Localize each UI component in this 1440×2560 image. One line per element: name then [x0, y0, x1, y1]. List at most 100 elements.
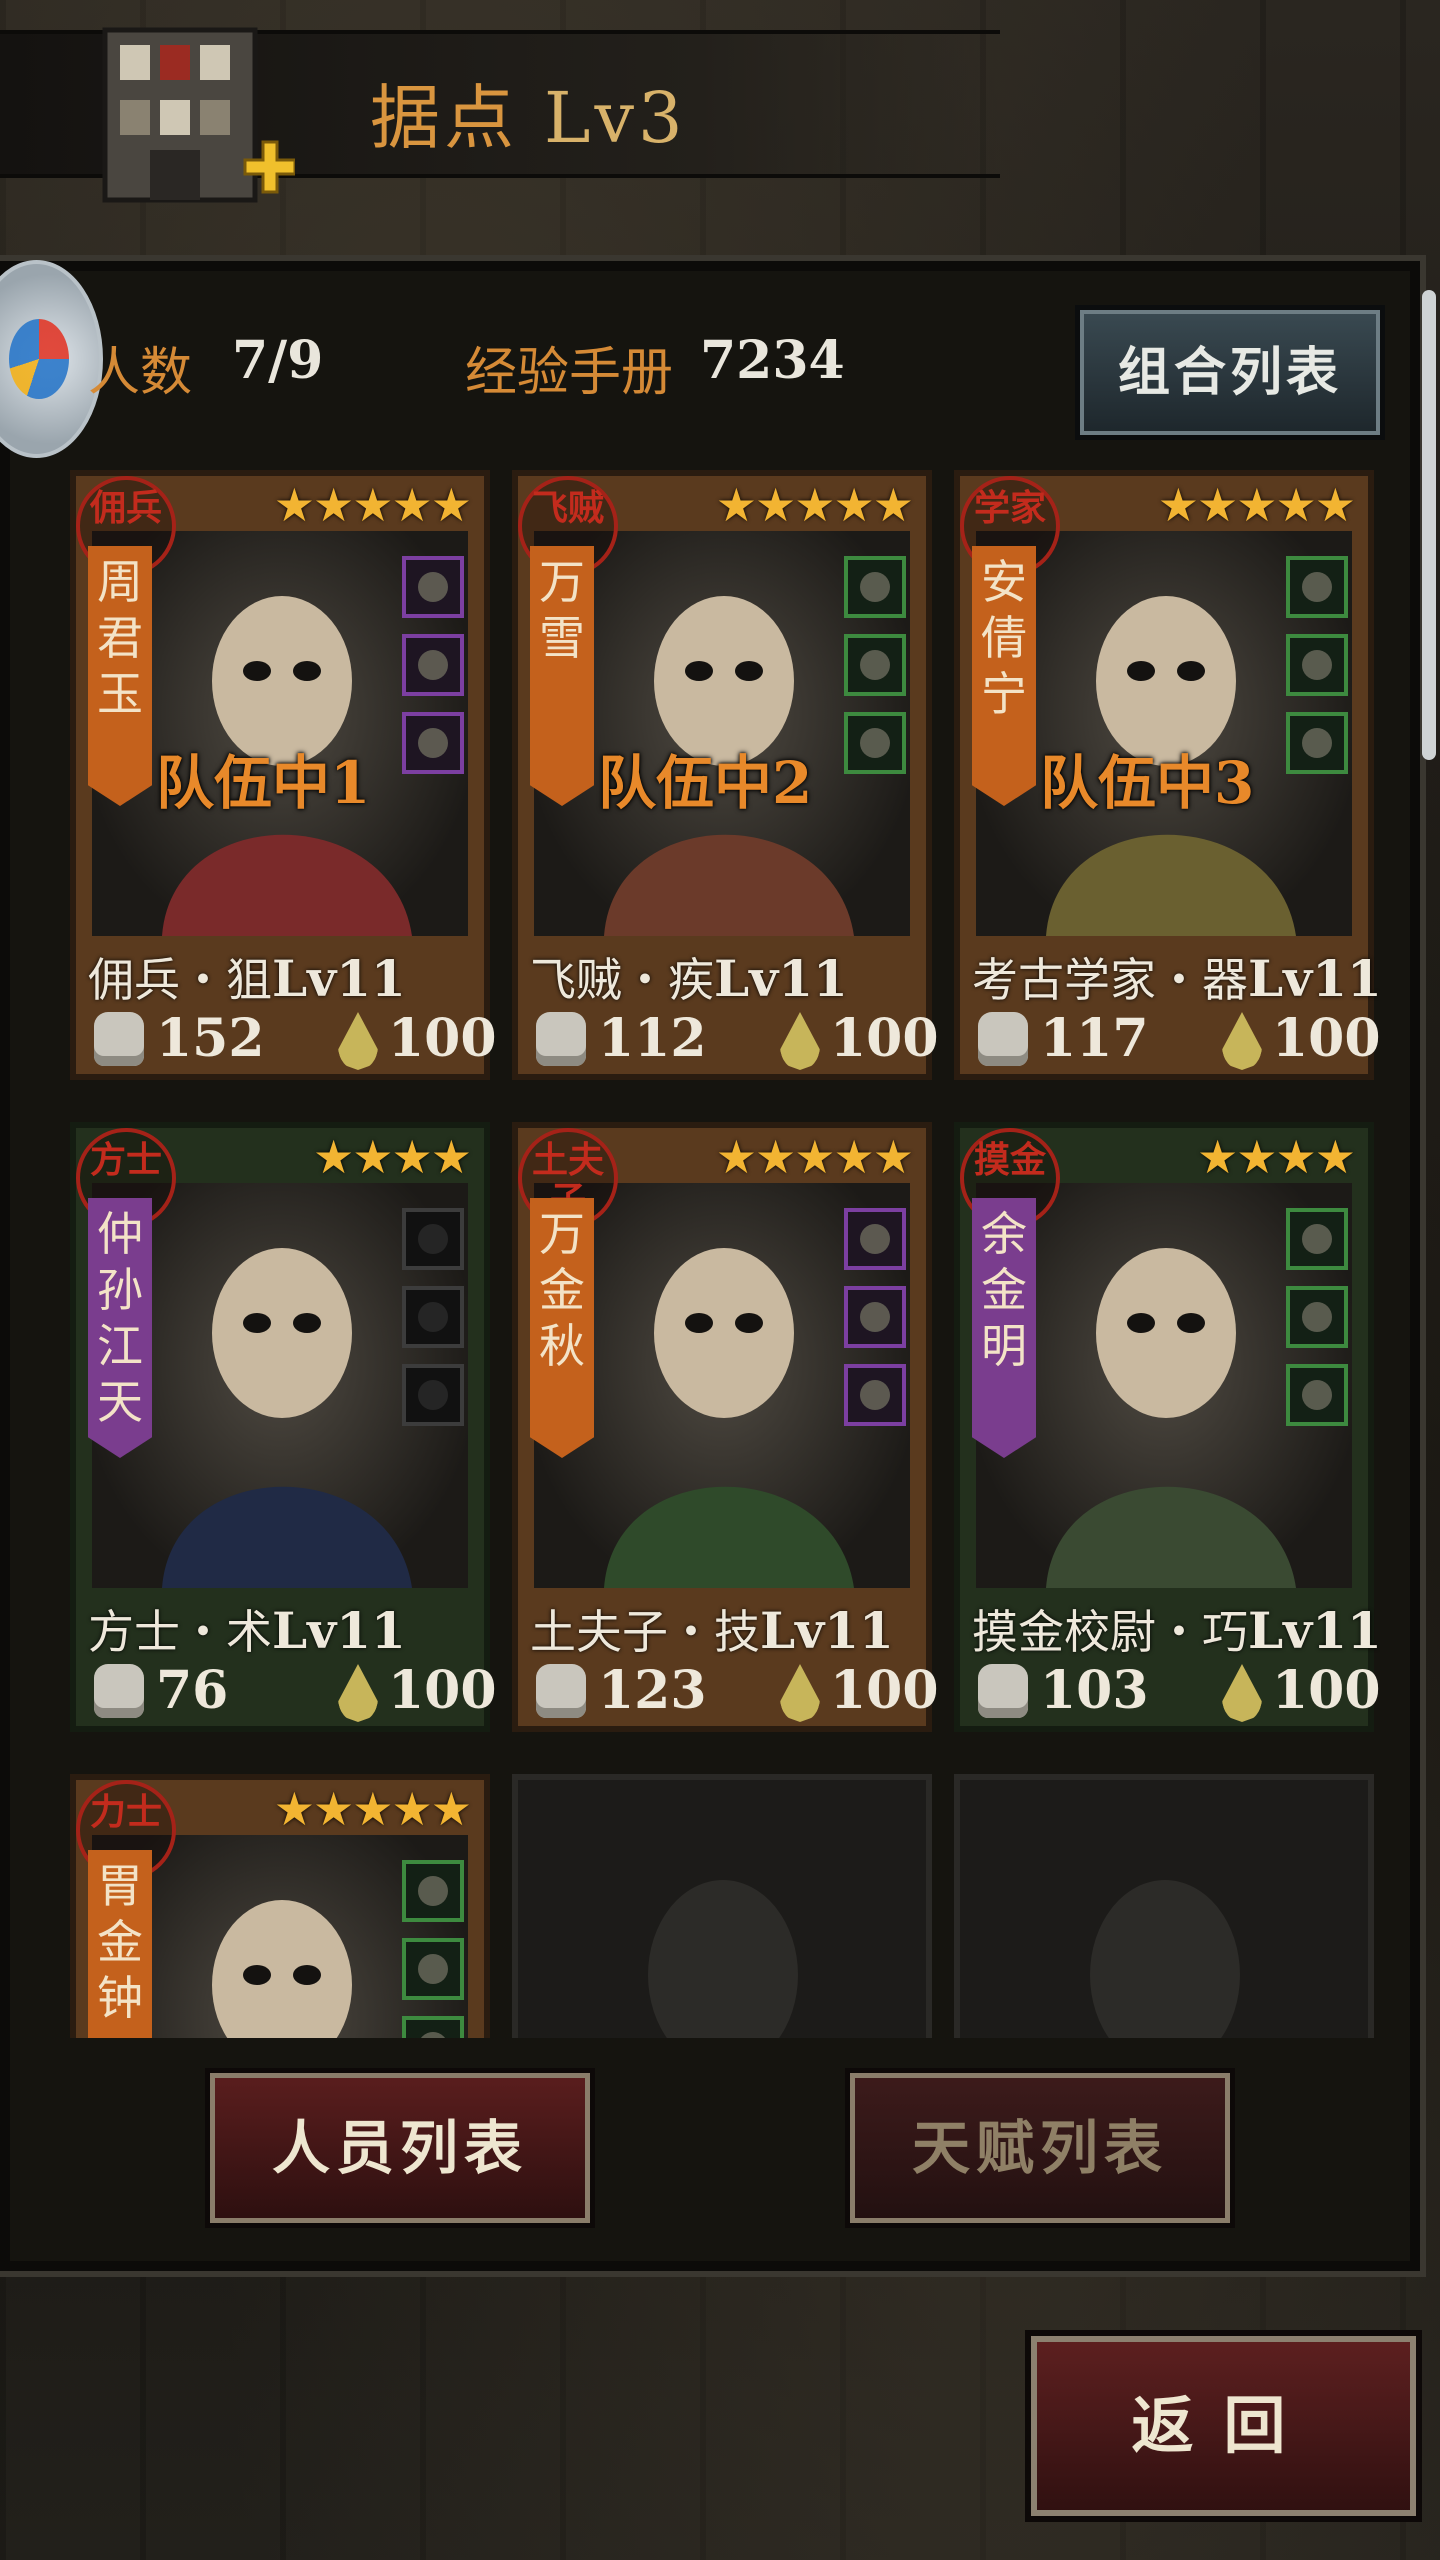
equipment-slot[interactable]: [402, 1860, 464, 1922]
equipment-slot[interactable]: [1286, 634, 1348, 696]
star-rating: ★★★★: [313, 1130, 472, 1184]
character-name-banner: 仲孙江天: [88, 1198, 152, 1458]
character-class-title: 摸金校尉・巧Lv11: [972, 1596, 1380, 1662]
character-name-banner: 余金明: [972, 1198, 1036, 1458]
character-class-title: 佣兵・狙Lv11: [88, 944, 406, 1010]
attack-value: 123: [598, 1660, 707, 1721]
page-title: 据点 Lv3: [370, 62, 687, 163]
class-title-text: 土夫子・技: [530, 1605, 760, 1659]
equipment-slot[interactable]: [1286, 556, 1348, 618]
class-title-text: 摸金校尉・巧: [972, 1605, 1248, 1659]
star-rating: ★★★★: [1197, 1130, 1356, 1184]
combo-list-button[interactable]: 组合列表: [1075, 305, 1385, 440]
character-card[interactable]: 摸金 ★★★★ 余金明摸金校尉・巧Lv11 103 100: [954, 1122, 1380, 1732]
class-title-text: 考古学家・器: [972, 953, 1248, 1007]
character-stats-row: 112 100: [530, 1006, 939, 1072]
character-level: Lv11: [272, 1601, 406, 1660]
stamina-value: 100: [830, 1660, 939, 1721]
silhouette-head-icon: [648, 1880, 798, 2038]
character-class-title: 飞贼・疾Lv11: [530, 944, 848, 1010]
fist-icon: [978, 1012, 1028, 1066]
class-title-text: 方士・术: [88, 1605, 272, 1659]
fist-icon: [94, 1664, 144, 1718]
character-class-title: 考古学家・器Lv11: [972, 944, 1380, 1010]
equipment-slot[interactable]: [1286, 712, 1348, 774]
title-text: 据点: [370, 77, 518, 159]
star-rating: ★★★★★: [715, 478, 914, 532]
equipment-slot[interactable]: [402, 1938, 464, 2000]
equipment-slot[interactable]: [844, 556, 906, 618]
character-class-title: 土夫子・技Lv11: [530, 1596, 894, 1662]
base-level: Lv3: [544, 77, 687, 159]
character-grid: 佣兵 ★★★★★ 周君玉队伍中1 佣兵・狙Lv11 152 100 飞贼 ★★★★★ 万雪队伍中…: [70, 470, 1380, 2038]
character-stats-row: 117 100: [972, 1006, 1380, 1072]
character-card[interactable]: 力士 ★★★★★ 胃金钟: [70, 1774, 490, 2038]
drop-icon: [338, 1012, 378, 1070]
class-title-text: 佣兵・狙: [88, 953, 272, 1007]
fist-icon: [978, 1664, 1028, 1718]
character-level: Lv11: [1248, 949, 1380, 1008]
avatar-logo-icon: [9, 319, 69, 399]
star-rating: ★★★★★: [1157, 478, 1356, 532]
drop-icon: [1222, 1012, 1262, 1070]
equipment-slot[interactable]: [402, 634, 464, 696]
character-level: Lv11: [1248, 1601, 1380, 1660]
star-rating: ★★★★★: [273, 1782, 472, 1836]
people-count-label: 人数: [88, 343, 193, 403]
empty-character-slot[interactable]: [954, 1774, 1374, 2038]
stamina-value: 100: [388, 1660, 497, 1721]
character-name-banner: 周君玉: [88, 546, 152, 806]
exp-manual-label: 经验手册: [465, 343, 674, 403]
character-card[interactable]: 学家 ★★★★★ 安倩宁队伍中3 考古学家・器Lv11 117 100: [954, 470, 1380, 1080]
attack-value: 117: [1040, 1008, 1149, 1069]
equipment-slot[interactable]: [1286, 1364, 1348, 1426]
personnel-list-button[interactable]: 人员列表: [205, 2068, 595, 2228]
star-rating: ★★★★★: [273, 478, 472, 532]
equipment-slot[interactable]: [844, 712, 906, 774]
equipment-slot[interactable]: [844, 1286, 906, 1348]
back-button[interactable]: 返回: [1025, 2330, 1422, 2522]
attack-value: 103: [1040, 1660, 1149, 1721]
character-card[interactable]: 佣兵 ★★★★★ 周君玉队伍中1 佣兵・狙Lv11 152 100: [70, 470, 497, 1080]
equipment-slot[interactable]: [844, 1208, 906, 1270]
character-card[interactable]: 飞贼 ★★★★★ 万雪队伍中2 飞贼・疾Lv11 112 100: [512, 470, 939, 1080]
character-level: Lv11: [760, 1601, 894, 1660]
character-stats-row: 76 100: [88, 1658, 497, 1724]
equipment-slot[interactable]: [402, 712, 464, 774]
team-status-label: 队伍中3: [1040, 749, 1255, 817]
character-name-banner: 胃金钟: [88, 1850, 152, 2038]
character-name-banner: 万雪: [530, 546, 594, 806]
character-stats-row: 152 100: [88, 1006, 497, 1072]
character-stats-row: 103 100: [972, 1658, 1380, 1724]
stamina-value: 100: [1272, 1660, 1380, 1721]
character-name-banner: 安倩宁: [972, 546, 1036, 806]
empty-character-slot[interactable]: [512, 1774, 932, 2038]
equipment-slot[interactable]: [402, 1364, 464, 1426]
stamina-value: 100: [388, 1008, 497, 1069]
scrollbar[interactable]: [1422, 290, 1436, 760]
equipment-slot[interactable]: [402, 1208, 464, 1270]
character-level: Lv11: [714, 949, 848, 1008]
equipment-slot[interactable]: [844, 634, 906, 696]
drop-icon: [338, 1664, 378, 1722]
character-stats-row: 123 100: [530, 1658, 939, 1724]
equipment-slot[interactable]: [844, 1364, 906, 1426]
character-card[interactable]: 土夫子★★★★★万金秋土夫子・技Lv11123100: [512, 1122, 939, 1732]
equipment-slot[interactable]: [402, 556, 464, 618]
equipment-slot[interactable]: [1286, 1208, 1348, 1270]
attack-value: 152: [156, 1008, 265, 1069]
people-count-value: 7/9: [232, 330, 324, 391]
drop-icon: [1222, 1664, 1262, 1722]
fist-icon: [536, 1664, 586, 1718]
equipment-slot[interactable]: [402, 1286, 464, 1348]
base-building-icon[interactable]: [95, 20, 297, 220]
drop-icon: [780, 1012, 820, 1070]
drop-icon: [780, 1664, 820, 1722]
stamina-value: 100: [830, 1008, 939, 1069]
silhouette-head-icon: [1090, 1880, 1240, 2038]
equipment-slot[interactable]: [402, 2016, 464, 2038]
equipment-slot[interactable]: [1286, 1286, 1348, 1348]
attack-value: 76: [156, 1660, 229, 1721]
talent-list-button[interactable]: 天赋列表: [845, 2068, 1235, 2228]
character-card[interactable]: 方士 ★★★★ 仲孙江天方士・术Lv11 76 100: [70, 1122, 497, 1732]
